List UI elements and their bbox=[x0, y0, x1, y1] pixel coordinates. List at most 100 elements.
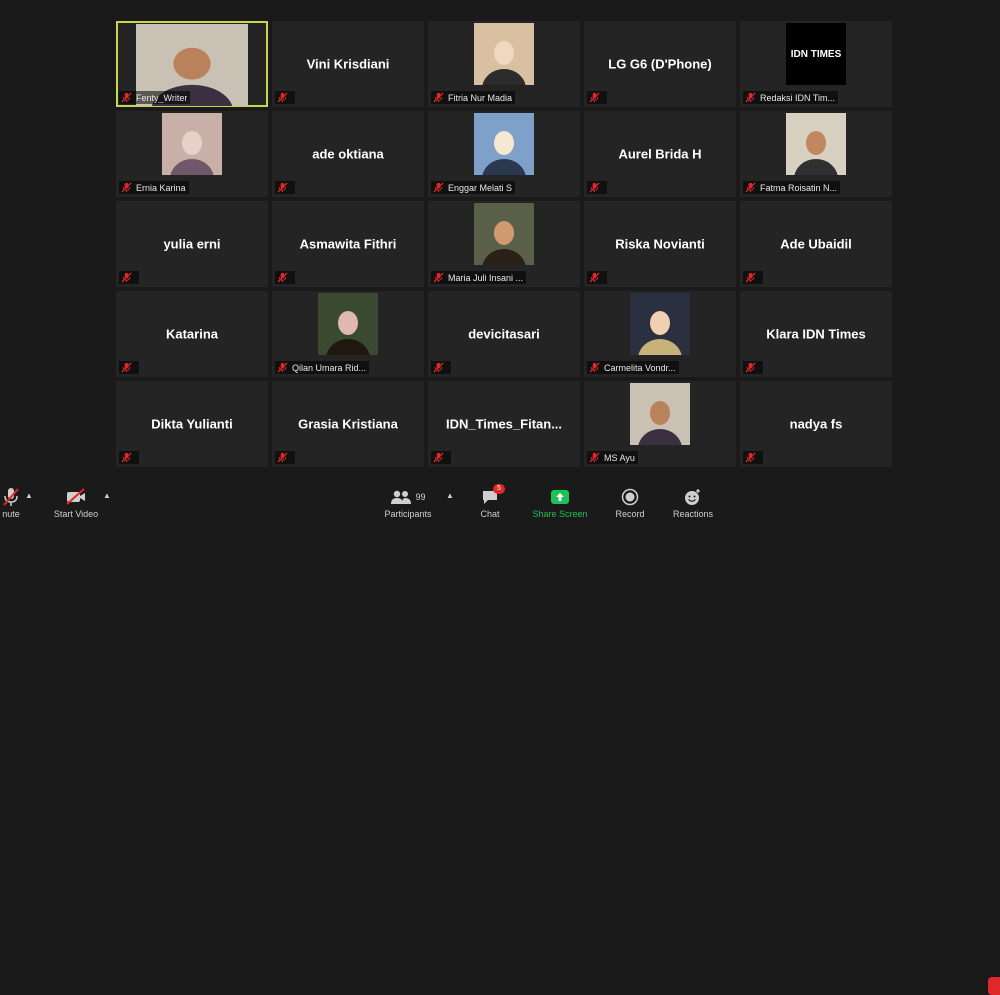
participant-name: Grasia Kristiana bbox=[298, 416, 398, 432]
participant-video bbox=[318, 293, 378, 355]
participant-name: nadya fs bbox=[789, 416, 843, 432]
participant-label: Ernia Karina bbox=[119, 181, 189, 194]
end-meeting-button[interactable] bbox=[988, 977, 1000, 995]
mic-off-icon bbox=[589, 92, 600, 103]
audio-options-caret[interactable]: ▲ bbox=[25, 491, 33, 500]
mic-off-icon bbox=[589, 452, 600, 463]
participant-label: MS Ayu bbox=[587, 451, 638, 464]
mic-off-icon bbox=[433, 452, 444, 463]
participants-label: Participants bbox=[384, 509, 432, 519]
start-video-button[interactable]: Start Video bbox=[50, 487, 102, 523]
participant-label-name: Qilan Umara Rid... bbox=[292, 362, 367, 373]
participant-label bbox=[275, 181, 295, 194]
participant-tile[interactable]: devicitasari bbox=[428, 291, 580, 377]
participant-label bbox=[119, 361, 139, 374]
participant-tile[interactable]: nadya fs bbox=[740, 381, 892, 467]
participant-tile[interactable]: Fatma Roisatin N... bbox=[740, 111, 892, 197]
participant-label bbox=[119, 271, 139, 284]
chat-label: Chat bbox=[480, 509, 500, 519]
participant-label-name: Carmelita Vondr... bbox=[604, 362, 676, 373]
record-icon bbox=[621, 488, 639, 506]
participant-video bbox=[474, 203, 534, 265]
meeting-toolbar: nute ▲ Start Video ▲ 99 Participants ▲ 5… bbox=[0, 481, 1000, 995]
participant-tile[interactable]: Riska Novianti bbox=[584, 201, 736, 287]
chat-badge: 5 bbox=[493, 484, 505, 494]
participant-tile[interactable]: Asmawita Fithri bbox=[272, 201, 424, 287]
participant-tile[interactable]: IDN_Times_Fitan... bbox=[428, 381, 580, 467]
participant-tile[interactable]: Ade Ubaidil bbox=[740, 201, 892, 287]
participant-tile[interactable]: LG G6 (D'Phone) bbox=[584, 21, 736, 107]
participant-video bbox=[630, 383, 690, 445]
participant-tile[interactable]: Klara IDN Times bbox=[740, 291, 892, 377]
participant-video bbox=[474, 23, 534, 85]
participant-label bbox=[743, 361, 763, 374]
mic-off-icon bbox=[433, 362, 444, 373]
participant-tile[interactable]: Ernia Karina bbox=[116, 111, 268, 197]
record-button[interactable]: Record bbox=[612, 487, 648, 523]
start-video-label: Start Video bbox=[53, 509, 99, 519]
chat-button[interactable]: 5 Chat bbox=[474, 484, 506, 523]
mic-off-icon bbox=[277, 452, 288, 463]
participant-name: yulia erni bbox=[163, 236, 221, 252]
mic-off-icon bbox=[589, 272, 600, 283]
participant-label bbox=[743, 451, 763, 464]
participant-tile[interactable]: Fenty_Writer bbox=[116, 21, 268, 107]
participants-icon bbox=[391, 490, 412, 504]
participant-label-name: Maria Juli Insani ... bbox=[448, 272, 524, 283]
participant-label: Carmelita Vondr... bbox=[587, 361, 679, 374]
mic-off-icon bbox=[745, 452, 756, 463]
participant-label-name: Redaksi IDN Tim... bbox=[760, 92, 836, 103]
participant-name: Dikta Yulianti bbox=[151, 416, 233, 432]
participant-tile[interactable]: MS Ayu bbox=[584, 381, 736, 467]
participant-tile[interactable]: Fitria Nur Madia bbox=[428, 21, 580, 107]
participant-name: Klara IDN Times bbox=[766, 326, 866, 342]
mic-off-icon bbox=[433, 92, 444, 103]
participants-options-caret[interactable]: ▲ bbox=[446, 491, 454, 500]
mic-off-icon bbox=[589, 362, 600, 373]
record-label: Record bbox=[615, 509, 645, 519]
participant-tile[interactable]: Katarina bbox=[116, 291, 268, 377]
participant-name: IDN_Times_Fitan... bbox=[445, 416, 563, 432]
participant-tile[interactable]: IDN TIMES Redaksi IDN Tim... bbox=[740, 21, 892, 107]
reactions-icon bbox=[685, 489, 700, 505]
participant-tile[interactable]: Enggar Melati S bbox=[428, 111, 580, 197]
mic-off-icon bbox=[121, 182, 132, 193]
video-off-icon bbox=[66, 488, 85, 505]
participant-tile[interactable]: Vini Krisdiani bbox=[272, 21, 424, 107]
participant-label: Redaksi IDN Tim... bbox=[743, 91, 839, 104]
participant-tile[interactable]: Maria Juli Insani ... bbox=[428, 201, 580, 287]
participant-tile[interactable]: Dikta Yulianti bbox=[116, 381, 268, 467]
participant-label bbox=[119, 451, 139, 464]
participant-label bbox=[275, 271, 295, 284]
mic-off-icon bbox=[745, 362, 756, 373]
participant-label: Enggar Melati S bbox=[431, 181, 516, 194]
mic-off-icon bbox=[121, 272, 132, 283]
participant-video: IDN TIMES bbox=[786, 23, 846, 85]
participant-tile[interactable]: Grasia Kristiana bbox=[272, 381, 424, 467]
reactions-label: Reactions bbox=[672, 509, 714, 519]
participant-tile[interactable]: Qilan Umara Rid... bbox=[272, 291, 424, 377]
participants-button[interactable]: 99 Participants bbox=[380, 487, 436, 523]
participant-label bbox=[275, 91, 295, 104]
unmute-button[interactable]: nute bbox=[0, 487, 28, 523]
logo-text: IDN TIMES bbox=[791, 49, 842, 60]
participants-count: 99 bbox=[415, 492, 426, 502]
participant-name: Ade Ubaidil bbox=[780, 236, 852, 252]
participant-name: Asmawita Fithri bbox=[299, 236, 397, 252]
participant-tile[interactable]: ade oktiana bbox=[272, 111, 424, 197]
mic-muted-icon bbox=[3, 488, 19, 506]
participant-label-name: Fitria Nur Madia bbox=[448, 92, 513, 103]
mic-off-icon bbox=[277, 362, 288, 373]
participant-tile[interactable]: yulia erni bbox=[116, 201, 268, 287]
participant-label-name: MS Ayu bbox=[604, 452, 635, 463]
mic-off-icon bbox=[121, 452, 132, 463]
participant-tile[interactable]: Aurel Brida H bbox=[584, 111, 736, 197]
participant-video bbox=[474, 113, 534, 175]
video-options-caret[interactable]: ▲ bbox=[103, 491, 111, 500]
participant-tile[interactable]: Carmelita Vondr... bbox=[584, 291, 736, 377]
reactions-button[interactable]: Reactions bbox=[670, 487, 716, 523]
participant-label bbox=[587, 271, 607, 284]
participant-label bbox=[587, 91, 607, 104]
share-screen-button[interactable]: Share Screen bbox=[530, 487, 590, 523]
participant-label: Fatma Roisatin N... bbox=[743, 181, 841, 194]
